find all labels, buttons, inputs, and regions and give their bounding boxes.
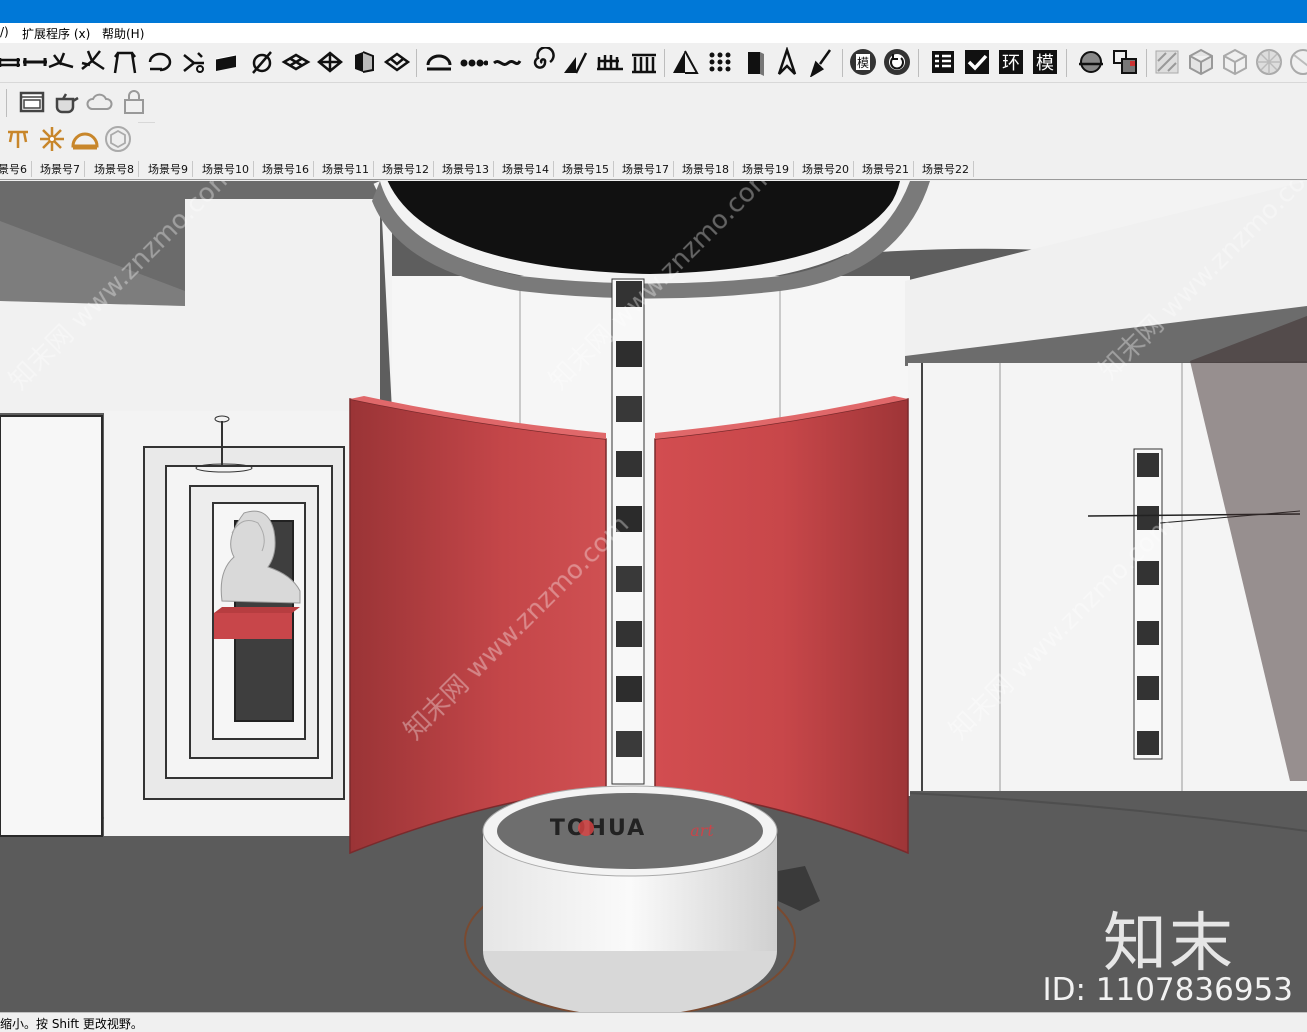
- status-text: 缩小。按 Shift 更改视野。: [0, 1017, 143, 1031]
- svg-text:模: 模: [1036, 53, 1054, 74]
- tab-scene[interactable]: 场景号10: [202, 161, 254, 177]
- dome-icon[interactable]: [70, 124, 100, 154]
- lighting-toolbar: [0, 120, 138, 160]
- stand-logo-script: art: [690, 821, 714, 840]
- tab-scene[interactable]: 场景号9: [148, 161, 193, 177]
- scene-tabs: 景号6 场景号7 场景号8 场景号9 场景号10 场景号16 场景号11 场景号…: [0, 158, 1307, 180]
- title-bar: [0, 0, 1307, 23]
- tab-scene[interactable]: 场景号14: [502, 161, 554, 177]
- triangle-icon[interactable]: [670, 47, 700, 77]
- tab-scene[interactable]: 场景号12: [382, 161, 434, 177]
- branch-icon[interactable]: [78, 47, 108, 77]
- stand-logo: TOHUA: [550, 816, 646, 841]
- spiral-icon[interactable]: [527, 46, 557, 77]
- model-viewport[interactable]: TOHUA art 知末网 www.znzmo.com 知末网 www.znzm…: [0, 181, 1307, 1012]
- box-icon[interactable]: [350, 47, 380, 77]
- grid-icon[interactable]: [281, 47, 311, 77]
- cube-outline-icon[interactable]: [1220, 47, 1250, 77]
- tab-scene[interactable]: 场景号21: [862, 161, 914, 177]
- tab-scene[interactable]: 场景号17: [622, 161, 674, 177]
- slab-icon[interactable]: [213, 47, 243, 77]
- menu-bar: /) 扩展程序 (x) 帮助(H): [0, 23, 1307, 43]
- ramp-icon[interactable]: [561, 47, 591, 77]
- svg-text:环: 环: [1002, 53, 1020, 74]
- secondary-toolbar: [0, 83, 155, 123]
- dots-icon[interactable]: [705, 47, 735, 77]
- model-icon[interactable]: 模: [1030, 47, 1060, 77]
- cloud-icon[interactable]: [85, 87, 115, 117]
- tab-scene[interactable]: 场景号16: [262, 161, 314, 177]
- main-toolbar: 模 环 模: [0, 43, 1307, 83]
- shovel-icon[interactable]: [382, 47, 412, 77]
- tab-scene[interactable]: 景号6: [0, 161, 32, 177]
- door-icon[interactable]: [739, 47, 769, 77]
- split-icon[interactable]: [178, 47, 208, 77]
- tab-scene[interactable]: 场景号8: [94, 161, 139, 177]
- sphere-icon[interactable]: [1076, 47, 1106, 77]
- tab-scene[interactable]: 场景号15: [562, 161, 614, 177]
- group-icon[interactable]: [1110, 47, 1140, 77]
- tab-scene[interactable]: 场景号7: [40, 161, 85, 177]
- chain-icon[interactable]: [458, 47, 489, 77]
- window-frame-icon[interactable]: [17, 87, 47, 117]
- globe-icon[interactable]: [1254, 47, 1284, 77]
- node-icon[interactable]: [247, 47, 277, 77]
- menu-item-help[interactable]: 帮助(H): [102, 25, 144, 42]
- tab-scene[interactable]: 场景号11: [322, 161, 374, 177]
- rotate-icon[interactable]: [145, 47, 175, 77]
- brand-watermark: 知末: [1103, 907, 1235, 981]
- frame-icon[interactable]: [110, 47, 140, 77]
- table-icon[interactable]: [928, 47, 958, 77]
- refresh-icon[interactable]: [882, 47, 912, 77]
- label-icon[interactable]: 模: [848, 47, 878, 77]
- pen-icon[interactable]: [772, 46, 802, 77]
- tab-scene[interactable]: 场景号22: [922, 161, 974, 177]
- globe-outline-icon[interactable]: [1288, 47, 1307, 77]
- status-bar: 缩小。按 Shift 更改视野。: [0, 1012, 1307, 1031]
- environment-icon[interactable]: 环: [996, 47, 1026, 77]
- check-icon[interactable]: [962, 47, 992, 77]
- arc-icon[interactable]: [424, 47, 454, 77]
- fold-icon[interactable]: [46, 47, 76, 77]
- cube-light-icon[interactable]: [103, 124, 133, 154]
- lamp-icon[interactable]: [4, 124, 34, 154]
- menu-item-extensions[interactable]: 扩展程序 (x): [22, 25, 90, 42]
- id-watermark: ID: 1107836953: [1042, 972, 1293, 1008]
- tab-scene[interactable]: 场景号13: [442, 161, 494, 177]
- tab-scene[interactable]: 场景号19: [742, 161, 794, 177]
- dice-icon[interactable]: [315, 47, 345, 77]
- wave-icon[interactable]: [492, 47, 522, 77]
- teapot-icon[interactable]: [51, 87, 81, 117]
- cube-icon[interactable]: [1186, 47, 1216, 77]
- scene-render: TOHUA art 知末网 www.znzmo.com 知末网 www.znzm…: [0, 181, 1307, 1012]
- sun-icon[interactable]: [37, 124, 67, 154]
- column-icon[interactable]: [629, 47, 659, 77]
- lock-icon[interactable]: [119, 87, 149, 117]
- fence-icon[interactable]: [595, 47, 625, 77]
- brush-icon[interactable]: [806, 47, 836, 78]
- tab-scene[interactable]: 场景号20: [802, 161, 854, 177]
- menu-item-partial[interactable]: /): [0, 25, 9, 39]
- svg-text:模: 模: [857, 56, 869, 70]
- tab-scene[interactable]: 场景号18: [682, 161, 734, 177]
- hatch-icon[interactable]: [1152, 47, 1182, 77]
